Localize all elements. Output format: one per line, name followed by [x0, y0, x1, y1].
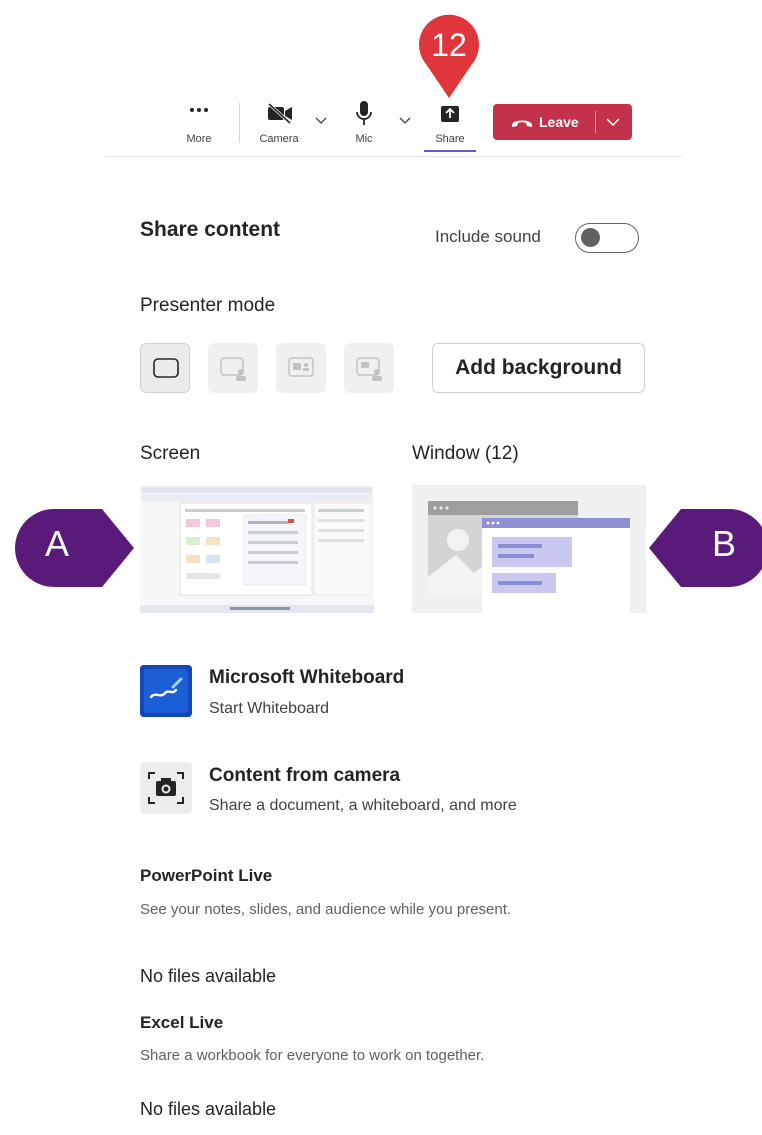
whiteboard-subtitle: Start Whiteboard: [209, 700, 330, 717]
include-sound-toggle[interactable]: [575, 223, 639, 253]
more-label: More: [186, 133, 212, 145]
window-heading: Window (12): [412, 443, 519, 464]
camera-button[interactable]: Camera: [254, 98, 304, 152]
window-share-thumbnail[interactable]: [412, 485, 646, 613]
leave-divider: [595, 111, 596, 133]
content-from-camera-title[interactable]: Content from camera: [209, 765, 400, 787]
callout-b-label: B: [711, 523, 736, 564]
more-dots-icon: [190, 108, 208, 112]
side-by-side-icon: [288, 357, 314, 377]
screen-heading: Screen: [140, 443, 201, 464]
step-marker-number: 12: [431, 27, 467, 63]
window-preview-illustration: [428, 501, 630, 613]
excel-live-heading: Excel Live: [140, 1013, 224, 1032]
presenter-mode-side-by-side-button[interactable]: [276, 343, 326, 393]
panel-title: Share content: [140, 218, 281, 241]
content-from-camera-item[interactable]: [140, 762, 192, 814]
leave-button-group: Leave: [493, 104, 632, 140]
leave-options-chevron-icon[interactable]: [605, 117, 621, 129]
powerpoint-live-description: See your notes, slides, and audience whi…: [140, 901, 512, 918]
screen-share-thumbnail[interactable]: [140, 485, 374, 613]
camera-scan-icon: [148, 772, 184, 804]
whiteboard-icon: [140, 665, 192, 717]
presenter-mode-reporter-button[interactable]: [344, 343, 394, 393]
toolbar-divider: [239, 103, 240, 143]
content-from-camera-subtitle: Share a document, a whiteboard, and more: [209, 797, 517, 814]
excel-empty-state: No files available: [140, 1099, 277, 1119]
leave-button[interactable]: Leave: [493, 104, 595, 140]
excel-live-description: Share a workbook for everyone to work on…: [140, 1047, 485, 1064]
mic-options-chevron-icon[interactable]: [398, 116, 412, 126]
camera-options-chevron-icon[interactable]: [314, 116, 328, 126]
mic-label: Mic: [355, 133, 373, 145]
phone-hangup-icon: [512, 120, 532, 127]
reporter-mode-icon: [356, 357, 382, 381]
toggle-knob: [581, 228, 600, 247]
powerpoint-live-heading: PowerPoint Live: [140, 866, 273, 885]
desktop-preview-image: [140, 485, 374, 613]
camera-label: Camera: [259, 133, 299, 145]
share-tray-icon: [441, 106, 459, 122]
standout-mode-icon: [220, 357, 246, 381]
camera-off-icon: [267, 102, 292, 124]
presenter-mode-heading: Presenter mode: [140, 295, 276, 316]
more-button[interactable]: More: [174, 98, 224, 152]
presenter-mode-content-only-button[interactable]: [140, 343, 190, 393]
share-active-indicator: [424, 150, 476, 152]
toolbar-bottom-border: [105, 156, 682, 157]
powerpoint-empty-state: No files available: [140, 966, 277, 986]
microphone-icon: [356, 101, 372, 125]
whiteboard-title[interactable]: Microsoft Whiteboard: [209, 667, 404, 689]
leave-label: Leave: [539, 114, 579, 130]
add-background-button[interactable]: Add background: [432, 343, 645, 393]
whiteboard-app-item[interactable]: [140, 665, 192, 717]
mic-button[interactable]: Mic: [342, 98, 386, 152]
callout-a-label: A: [44, 523, 69, 564]
content-only-icon: [153, 358, 179, 378]
share-button[interactable]: Share: [424, 98, 476, 152]
include-sound-label: Include sound: [435, 227, 541, 246]
share-label: Share: [435, 133, 465, 145]
presenter-mode-standout-button[interactable]: [208, 343, 258, 393]
